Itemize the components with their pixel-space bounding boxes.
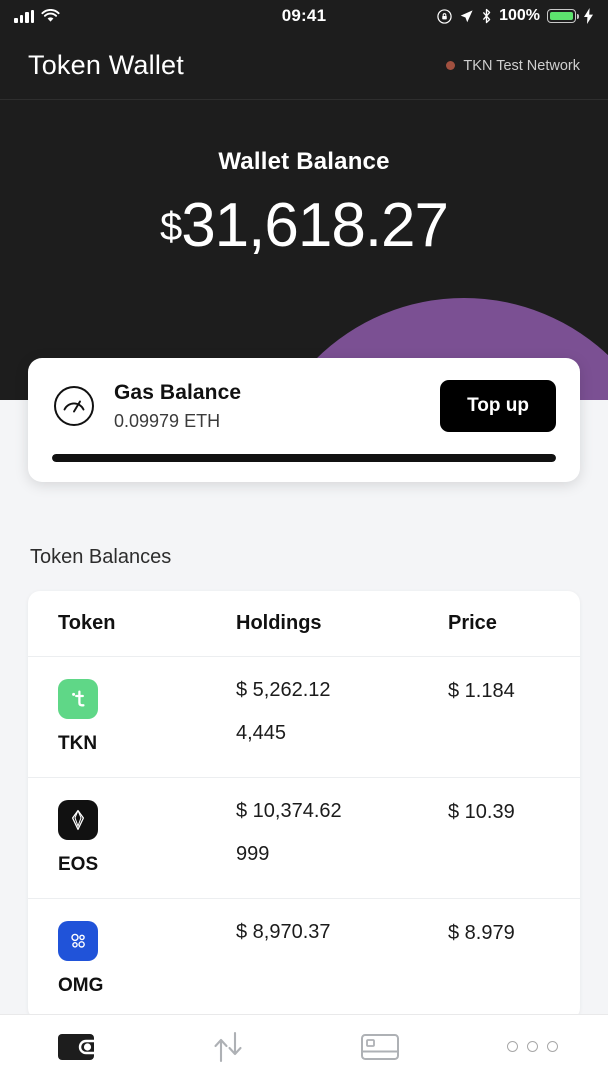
gas-card-row: Gas Balance 0.09979 ETH Top up: [52, 380, 556, 432]
holdings-units: 999: [236, 843, 270, 865]
network-label: TKN Test Network: [463, 57, 580, 74]
gas-balance-amount: 0.09979 ETH: [114, 410, 221, 431]
token-cell: OMG: [58, 921, 236, 997]
status-bar-left: [14, 9, 60, 23]
wifi-icon: [41, 9, 60, 22]
token-symbol: EOS: [58, 854, 99, 875]
holdings-units: 4,445: [236, 722, 287, 744]
bottom-tab-bar: [0, 1014, 608, 1078]
rotation-lock-icon: [437, 8, 452, 24]
charging-bolt-icon: [584, 8, 593, 24]
price-value: $ 10.39: [448, 801, 515, 823]
tab-card[interactable]: [304, 1030, 456, 1064]
table-row[interactable]: TKN $ 5,262.12 4,445 $ 1.184: [28, 657, 580, 778]
column-header-holdings: Holdings: [236, 612, 322, 634]
holdings-value: $ 8,970.37: [236, 921, 331, 943]
phone-screen: 09:41 100% Token Wallet TKN Test Network…: [0, 0, 608, 1078]
content-area: Token Balances Token Holdings Price TKN …: [0, 490, 608, 1078]
tab-more[interactable]: [456, 1041, 608, 1052]
page-title: Token Wallet: [28, 50, 184, 80]
token-balances-table: Token Holdings Price TKN $ 5,262.12 4,44…: [28, 591, 580, 1020]
wallet-balance-label: Wallet Balance: [218, 148, 390, 175]
status-bar: 09:41 100%: [0, 0, 608, 32]
transfer-arrows-icon: [214, 1031, 242, 1062]
tab-wallet[interactable]: [0, 1030, 152, 1064]
app-header: Token Wallet TKN Test Network: [0, 32, 608, 100]
gas-gauge-icon: [52, 384, 96, 428]
network-indicator[interactable]: TKN Test Network: [446, 58, 580, 74]
table-row[interactable]: OMG $ 8,970.37 $ 8.979: [28, 899, 580, 1020]
bluetooth-icon: [482, 8, 491, 24]
holdings-value: $ 10,374.62: [236, 800, 342, 822]
tab-transfer[interactable]: [152, 1030, 304, 1064]
table-header-row: Token Holdings Price: [28, 591, 580, 657]
holdings-cell: $ 10,374.62 999: [236, 800, 448, 866]
token-symbol: OMG: [58, 975, 104, 996]
wallet-icon: [58, 1033, 94, 1060]
location-arrow-icon: [460, 9, 473, 22]
signal-bars-icon: [14, 9, 34, 23]
battery-icon: [547, 9, 579, 23]
status-bar-right: 100%: [437, 7, 594, 25]
gas-card-text: Gas Balance 0.09979 ETH: [114, 381, 241, 432]
wallet-balance-amount: $31,618.27: [0, 190, 608, 261]
column-header-price: Price: [448, 612, 497, 634]
token-cell: TKN: [58, 679, 236, 755]
price-value: $ 1.184: [448, 680, 515, 702]
battery-percent-label: 100%: [499, 7, 540, 24]
tkn-token-icon: [58, 679, 98, 719]
gas-progress-bar: [52, 454, 556, 462]
network-status-dot-icon: [446, 61, 456, 70]
balance-value: 31,618.27: [181, 191, 449, 260]
table-row[interactable]: EOS $ 10,374.62 999 $ 10.39: [28, 778, 580, 899]
gas-balance-card-wrapper: Gas Balance 0.09979 ETH Top up: [28, 358, 580, 482]
token-symbol: TKN: [58, 733, 98, 754]
eos-token-icon: [58, 800, 98, 840]
token-cell: EOS: [58, 800, 236, 876]
column-header-token: Token: [58, 612, 116, 634]
price-value: $ 8.979: [448, 922, 515, 944]
card-icon: [361, 1033, 399, 1060]
holdings-cell: $ 8,970.37: [236, 921, 448, 964]
omg-token-icon: [58, 921, 98, 961]
balance-block: Wallet Balance $31,618.27: [0, 100, 608, 261]
gas-balance-card: Gas Balance 0.09979 ETH Top up: [28, 358, 580, 482]
top-up-button[interactable]: Top up: [440, 380, 556, 432]
gas-balance-title: Gas Balance: [114, 380, 242, 404]
holdings-value: $ 5,262.12: [236, 679, 331, 701]
currency-symbol: $: [159, 205, 182, 249]
holdings-cell: $ 5,262.12 4,445: [236, 679, 448, 745]
balance-hero: Wallet Balance $31,618.27: [0, 100, 608, 400]
gas-progress-fill: [52, 454, 556, 462]
token-balances-title: Token Balances: [30, 546, 172, 568]
more-dots-icon: [506, 1041, 558, 1052]
